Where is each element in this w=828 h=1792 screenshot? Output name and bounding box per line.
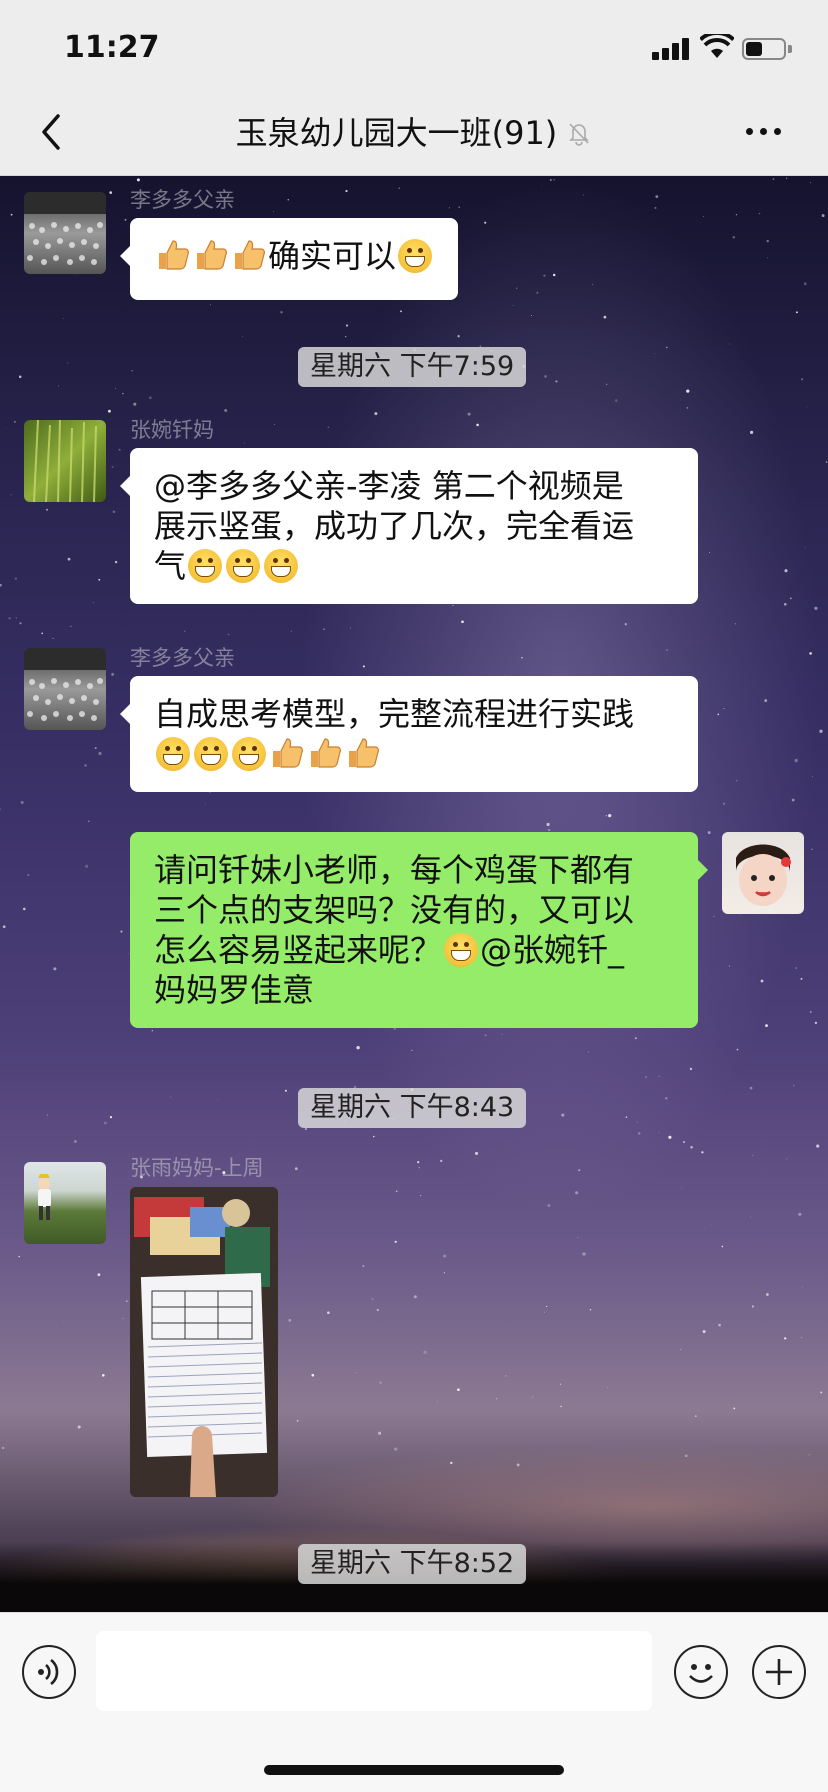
grin-emoji-icon [226,549,261,583]
mention-link[interactable]: @张婉钎_ [480,931,624,969]
avatar-crowd-image [24,192,106,265]
message-text-line: 展示竖蛋，成功了几次，完全看运 [154,507,635,545]
message-bubble[interactable]: 自成思考模型，完整流程进行实践 [120,676,698,792]
battery-cap [788,45,792,53]
thumbs-up-icon [311,738,341,768]
avatar[interactable] [24,648,106,730]
avatar[interactable] [24,420,106,502]
avatar-child-image [736,844,791,906]
top-bar: 11:27 玉泉幼儿园大一班(91) [0,0,828,176]
grin-emoji-icon [156,737,190,771]
my-avatar[interactable] [722,832,804,914]
signal-icon [652,38,690,60]
avatar-child-outdoor-image [38,1174,51,1220]
grin-emoji-icon [264,549,299,583]
thumbs-up-icon [235,240,265,270]
grin-emoji-icon [444,933,479,967]
notebook-photo [130,1187,278,1497]
timestamp: 星期六 下午8:52 [298,1544,527,1584]
message-bubble[interactable]: 确实可以 [119,218,459,300]
thumbs-up-icon [273,738,303,768]
avatar-crowd-image [24,648,106,721]
message-text-line: 怎么容易竖起来呢？ [154,931,443,969]
sender-name: 李多多父亲 [130,646,235,670]
battery-icon [742,38,786,60]
home-indicator [264,1765,564,1775]
sender-name: 张雨妈妈-上周 [130,1156,264,1180]
chat-title[interactable]: 玉泉幼儿园大一班(91) [236,108,558,154]
message-text-line: 妈妈罗佳意 [154,971,315,1009]
bell-slash-icon [569,123,590,146]
thumbs-up-icon [159,240,189,270]
message-bubble[interactable]: @李多多父亲-李凌 第二个视频是 展示竖蛋，成功了几次，完全看运 气 [120,448,698,604]
grin-emoji-icon [232,737,266,771]
plus-icon[interactable] [752,1645,806,1699]
wifi-icon [700,34,734,58]
more-dots-icon[interactable] [744,122,784,142]
message-text-line: 气 [154,547,187,585]
thumbs-up-icon [197,240,227,270]
message-text: 确实可以 [268,237,397,275]
sender-name: 张婉钎妈 [130,418,214,442]
battery-level [746,42,763,56]
emoji-icon[interactable] [674,1645,728,1699]
message-text-line: 三个点的支架吗？没有的，又可以 [154,891,635,929]
message-input[interactable] [96,1631,652,1711]
my-message-bubble[interactable]: 请问钎妹小老师，每个鸡蛋下都有 三个点的支架吗？没有的，又可以 怎么容易竖起来呢… [130,832,708,1028]
avatar-grass-image [33,420,97,502]
voice-icon[interactable] [22,1645,76,1699]
avatar[interactable] [24,192,106,274]
sender-name: 李多多父亲 [130,188,235,212]
thumbs-up-icon [349,738,379,768]
timestamp: 星期六 下午8:43 [298,1088,527,1128]
status-time: 11:27 [64,30,160,65]
grin-emoji-icon [188,549,223,583]
timestamp: 星期六 下午7:59 [298,347,527,387]
grin-emoji-icon [194,737,228,771]
avatar[interactable] [24,1162,106,1244]
input-bar [0,1612,828,1792]
message-text-line: 自成思考模型，完整流程进行实践 [154,695,635,733]
grin-emoji-icon [398,239,433,273]
image-message[interactable] [130,1187,278,1497]
chat-title-bar: 玉泉幼儿园大一班(91) [0,108,828,154]
message-text-line: 请问钎妹小老师，每个鸡蛋下都有 [154,851,635,889]
message-text-line: @李多多父亲-李凌 第二个视频是 [154,467,624,505]
